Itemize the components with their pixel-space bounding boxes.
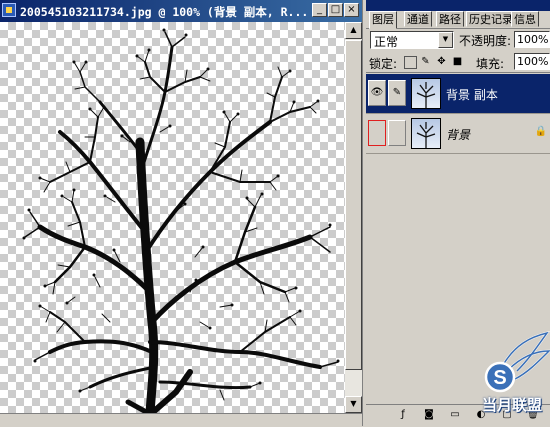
layer-name: 背景 副本	[446, 88, 498, 102]
layer-thumbnail	[411, 78, 441, 109]
tab-paths[interactable]: 路径	[436, 11, 464, 27]
opacity-label: 不透明度:	[459, 34, 512, 48]
document-window: 200545103211734.jpg @ 100% (背景 副本, R... …	[0, 0, 362, 427]
maximize-button[interactable]: □	[328, 3, 343, 17]
visibility-toggle-empty[interactable]	[368, 120, 386, 146]
lock-icon: 🔒	[534, 126, 547, 137]
blend-mode-value: 正常	[374, 35, 399, 49]
lock-transparency-icon[interactable]	[404, 56, 417, 69]
document-title: 200545103211734.jpg @ 100% (背景 副本, R...	[20, 5, 309, 19]
brush-link-icon[interactable]: ✎	[388, 80, 406, 106]
horizontal-scrollbar[interactable]	[0, 413, 362, 427]
lock-move-icon[interactable]: ✥	[436, 56, 447, 67]
scroll-down-arrow-icon[interactable]: ▼	[345, 396, 362, 413]
eye-icon[interactable]: 👁	[368, 80, 386, 106]
photoshop-doc-icon	[2, 3, 16, 17]
opacity-field[interactable]: 100%	[514, 31, 550, 48]
mask-icon[interactable]: ◙	[422, 408, 436, 421]
blend-opacity-row: 正常 ▼ 不透明度: 100%	[366, 30, 550, 50]
layer-thumbnail	[411, 118, 441, 149]
tab-info[interactable]: 信息	[511, 11, 539, 27]
chevron-down-icon[interactable]: ▼	[438, 32, 453, 48]
document-titlebar[interactable]: 200545103211734.jpg @ 100% (背景 副本, R... …	[0, 0, 362, 23]
lock-all-icon[interactable]: ■	[452, 56, 463, 67]
layer-row-background[interactable]: 背景 🔒	[366, 114, 550, 154]
link-slot[interactable]	[388, 120, 406, 146]
lock-label: 锁定:	[369, 57, 398, 71]
palette-titlebar[interactable]	[366, 0, 550, 11]
image-canvas[interactable]	[0, 22, 345, 413]
layers-list: 👁 ✎ 背景 副本 背景 🔒	[366, 74, 550, 404]
tab-history[interactable]: 历史记录	[466, 11, 516, 27]
layer-name: 背景	[446, 128, 471, 142]
fill-label: 填充:	[476, 57, 505, 71]
vertical-scrollbar[interactable]: ▲ ▼	[345, 22, 362, 413]
minimize-button[interactable]: _	[312, 3, 327, 17]
lock-paint-icon[interactable]: ✎	[420, 56, 431, 67]
close-button[interactable]: ×	[344, 3, 359, 17]
new-set-icon[interactable]: ▭	[448, 408, 462, 421]
watermark-text: 当月联盟	[482, 396, 543, 414]
tab-layers[interactable]: 图层	[369, 11, 397, 29]
palette-tabs: 图层 通道 路径 历史记录 信息	[366, 11, 550, 29]
scroll-up-arrow-icon[interactable]: ▲	[345, 22, 362, 39]
layer-style-icon[interactable]: ƒ	[396, 408, 410, 421]
tree-silhouette	[22, 28, 340, 413]
tab-channels[interactable]: 通道	[404, 11, 432, 27]
scroll-thumb[interactable]	[345, 40, 362, 370]
lock-fill-row: 锁定: ✎ ✥ ■ 填充: 100%	[366, 52, 550, 73]
fill-field[interactable]: 100%	[514, 53, 550, 70]
layer-row-background-copy[interactable]: 👁 ✎ 背景 副本	[366, 74, 550, 114]
blend-mode-select[interactable]: 正常 ▼	[370, 31, 454, 49]
layers-palette: 图层 通道 路径 历史记录 信息 正常 ▼ 不透明度: 100% 锁定: ✎ ✥…	[366, 0, 550, 427]
